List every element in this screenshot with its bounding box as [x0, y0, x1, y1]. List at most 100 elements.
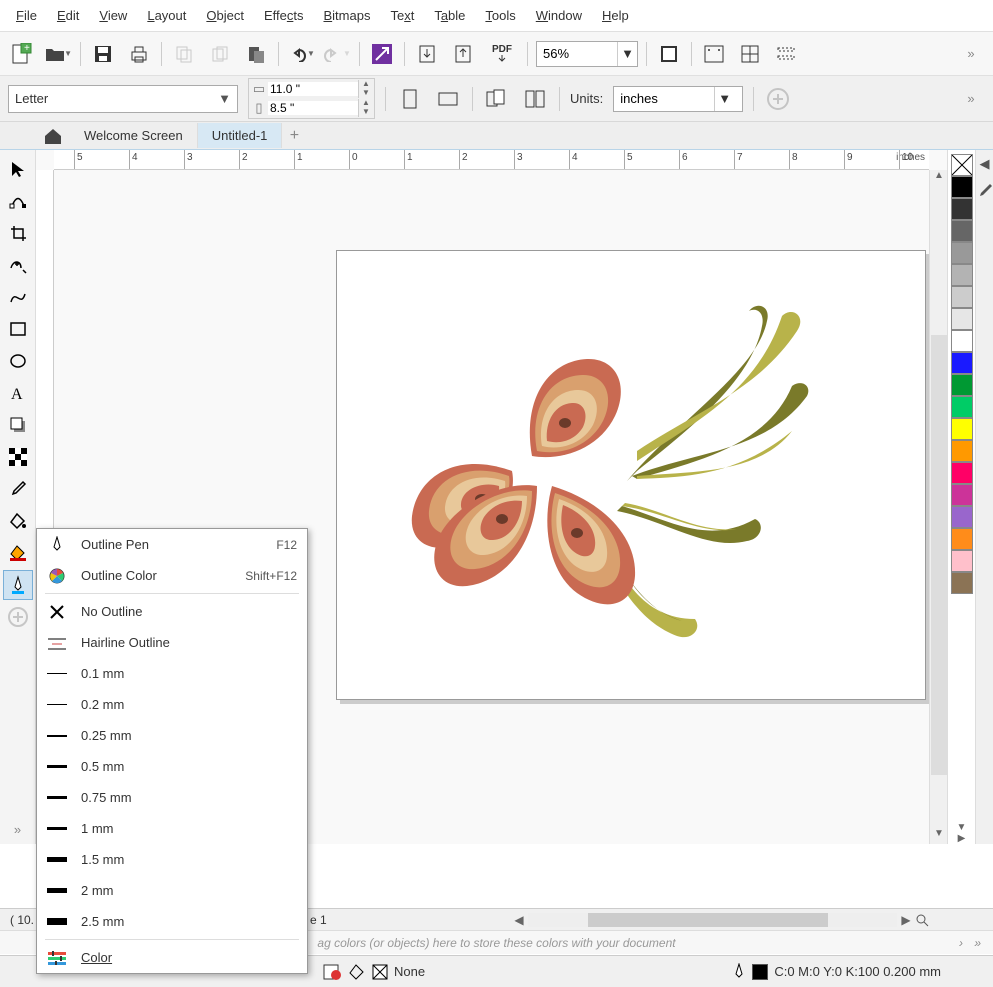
transparency-tool[interactable]: [3, 442, 33, 472]
menu-help[interactable]: Help: [592, 4, 639, 27]
shape-tool[interactable]: [3, 186, 33, 216]
flyout-no-outline[interactable]: No Outline: [37, 596, 307, 627]
color-swatch-10[interactable]: [951, 396, 973, 418]
palette-next[interactable]: ›: [959, 936, 963, 950]
color-swatch-0[interactable]: [951, 176, 973, 198]
flyout-width-2mm[interactable]: 2 mm: [37, 875, 307, 906]
landscape-button[interactable]: [434, 85, 462, 113]
color-swatch-11[interactable]: [951, 418, 973, 440]
flyout-hairline[interactable]: Hairline Outline: [37, 627, 307, 658]
toolbox-overflow[interactable]: »: [3, 814, 33, 844]
color-swatch-16[interactable]: [951, 528, 973, 550]
menu-file[interactable]: File: [6, 4, 47, 27]
color-swatch-14[interactable]: [951, 484, 973, 506]
snap-button[interactable]: [700, 40, 728, 68]
flyout-width-1.5mm[interactable]: 1.5 mm: [37, 844, 307, 875]
paper-size-combo[interactable]: Letter ▼: [8, 85, 238, 113]
flyout-width-0.25mm[interactable]: 0.25 mm: [37, 720, 307, 751]
pick-tool[interactable]: [3, 154, 33, 184]
ellipse-tool[interactable]: [3, 346, 33, 376]
palette-overflow[interactable]: »: [974, 936, 981, 950]
color-swatch-3[interactable]: [951, 242, 973, 264]
zoom-dropdown[interactable]: ▼: [617, 42, 637, 66]
freehand-tool[interactable]: [3, 282, 33, 312]
flyout-width-0.5mm[interactable]: 0.5 mm: [37, 751, 307, 782]
import-button[interactable]: [413, 40, 441, 68]
vertical-scrollbar[interactable]: ▲ ▼: [929, 170, 947, 844]
pdf-button[interactable]: PDF: [485, 40, 519, 68]
fill-tool[interactable]: [3, 506, 33, 536]
outline-tool[interactable]: [3, 570, 33, 600]
no-color-swatch[interactable]: [951, 154, 973, 176]
eyedropper-tool[interactable]: [3, 474, 33, 504]
portrait-button[interactable]: [396, 85, 424, 113]
save-button[interactable]: [89, 40, 117, 68]
color-swatch-5[interactable]: [951, 286, 973, 308]
palette-scroll-down[interactable]: ▼: [957, 822, 967, 833]
menu-bitmaps[interactable]: Bitmaps: [313, 4, 380, 27]
horizontal-ruler[interactable]: inches 54321012345678910: [54, 150, 929, 170]
color-swatch-7[interactable]: [951, 330, 973, 352]
scroll-thumb[interactable]: [931, 335, 947, 775]
page-height-input[interactable]: [268, 101, 358, 115]
flyout-width-0.2mm[interactable]: 0.2 mm: [37, 689, 307, 720]
units-input[interactable]: [614, 91, 714, 106]
menu-text[interactable]: Text: [380, 4, 424, 27]
copy-button[interactable]: [206, 40, 234, 68]
home-tab-icon[interactable]: [36, 127, 70, 145]
menu-view[interactable]: View: [89, 4, 137, 27]
scroll-down[interactable]: ▼: [931, 828, 947, 844]
add-tool-button[interactable]: [3, 602, 33, 632]
flyout-color-link[interactable]: Color: [37, 942, 307, 973]
add-preset-button[interactable]: [764, 85, 792, 113]
drawing-page[interactable]: [336, 250, 926, 700]
rectangle-tool[interactable]: [3, 314, 33, 344]
tab-add-button[interactable]: +: [282, 127, 306, 145]
all-pages-button[interactable]: [483, 85, 511, 113]
menu-window[interactable]: Window: [526, 4, 592, 27]
cut-button[interactable]: [170, 40, 198, 68]
hscroll-right[interactable]: ▶: [897, 913, 915, 927]
options-button[interactable]: [772, 40, 800, 68]
redo-button[interactable]: ▼: [323, 40, 351, 68]
print-button[interactable]: [125, 40, 153, 68]
hscroll-thumb[interactable]: [588, 913, 828, 927]
color-swatch-12[interactable]: [951, 440, 973, 462]
toolbar-overflow[interactable]: »: [957, 40, 985, 68]
units-dropdown[interactable]: ▼: [714, 87, 734, 111]
property-overflow[interactable]: »: [957, 85, 985, 113]
search-content-button[interactable]: [368, 40, 396, 68]
flyout-width-1mm[interactable]: 1 mm: [37, 813, 307, 844]
tab-untitled[interactable]: Untitled-1: [198, 123, 283, 148]
docker-expand[interactable]: ◀: [980, 156, 990, 172]
flyout-width-0.1mm[interactable]: 0.1 mm: [37, 658, 307, 689]
color-swatch-18[interactable]: [951, 572, 973, 594]
hscroll-left[interactable]: ◀: [510, 913, 528, 927]
paste-button[interactable]: [242, 40, 270, 68]
text-tool[interactable]: A: [3, 378, 33, 408]
units-combo[interactable]: ▼: [613, 86, 743, 112]
color-swatch-4[interactable]: [951, 264, 973, 286]
color-swatch-1[interactable]: [951, 198, 973, 220]
undo-button[interactable]: ▼: [287, 40, 315, 68]
color-swatch-6[interactable]: [951, 308, 973, 330]
menu-table[interactable]: Table: [424, 4, 475, 27]
color-swatch-13[interactable]: [951, 462, 973, 484]
flyout-outline-pen[interactable]: Outline Pen F12: [37, 529, 307, 560]
crop-tool[interactable]: [3, 218, 33, 248]
menu-tools[interactable]: Tools: [475, 4, 525, 27]
tab-welcome[interactable]: Welcome Screen: [70, 123, 198, 148]
flyout-width-2.5mm[interactable]: 2.5 mm: [37, 906, 307, 937]
menu-layout[interactable]: Layout: [137, 4, 196, 27]
flyout-width-0.75mm[interactable]: 0.75 mm: [37, 782, 307, 813]
color-swatch-2[interactable]: [951, 220, 973, 242]
grid-button[interactable]: [736, 40, 764, 68]
fullscreen-button[interactable]: [655, 40, 683, 68]
page-width-input[interactable]: [268, 82, 358, 96]
zoom-navigator-icon[interactable]: [915, 913, 933, 927]
palette-flyout[interactable]: ▶: [958, 833, 966, 844]
menu-effects[interactable]: Effects: [254, 4, 314, 27]
color-swatch-9[interactable]: [951, 374, 973, 396]
smartfill-tool[interactable]: [3, 538, 33, 568]
current-page-button[interactable]: [521, 85, 549, 113]
